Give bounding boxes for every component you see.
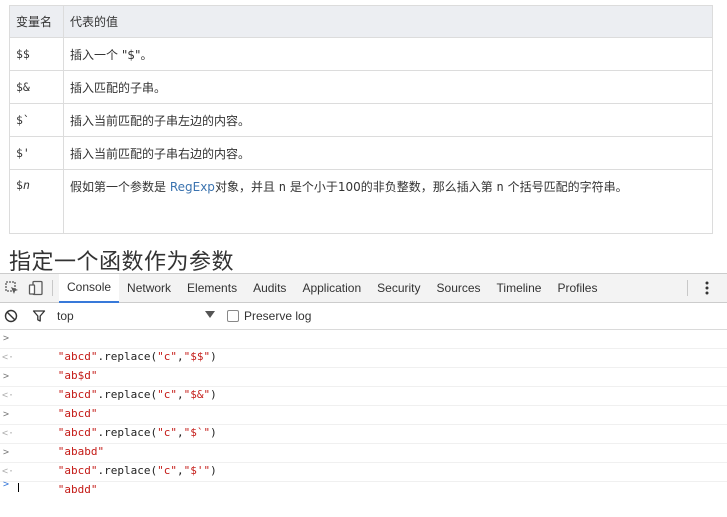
console-result-line: <· "ababd": [0, 425, 727, 458]
pattern-name: $&: [9, 70, 64, 104]
pattern-desc: 插入当前匹配的子串左边的内容。: [63, 103, 713, 137]
console-prompt-input[interactable]: >: [0, 479, 727, 492]
section-heading: 指定一个函数作为参数: [9, 250, 235, 275]
table-row: $& 插入匹配的子串。: [9, 70, 713, 104]
tab-profiles[interactable]: Profiles: [549, 274, 605, 302]
input-prompt-icon: >: [3, 447, 10, 458]
table-row: $` 插入当前匹配的子串左边的内容。: [9, 103, 713, 137]
console-result-line: <· "ab$d": [0, 349, 727, 382]
input-prompt-icon: >: [3, 409, 10, 420]
tab-console[interactable]: Console: [59, 273, 120, 303]
pattern-name: $`: [9, 103, 64, 137]
pattern-desc: 插入一个 "$"。: [63, 37, 713, 71]
regexp-link[interactable]: RegExp: [170, 180, 215, 194]
tab-security[interactable]: Security: [369, 274, 428, 302]
header-variable-name: 变量名: [9, 5, 64, 38]
tab-application[interactable]: Application: [294, 274, 369, 302]
clear-console-icon[interactable]: [0, 302, 22, 330]
devtools-panel: Console Network Elements Audits Applicat…: [0, 273, 727, 496]
console-result-line: <· "abcd": [0, 387, 727, 420]
context-value: top: [57, 309, 74, 323]
dropdown-arrow-icon: [205, 311, 215, 318]
input-prompt-icon: >: [3, 371, 10, 382]
toolbar-divider: [52, 280, 53, 296]
context-selector[interactable]: top: [57, 303, 215, 329]
result-arrow-icon: <·: [2, 352, 15, 363]
device-toolbar-icon[interactable]: [24, 274, 48, 302]
table-row: $$ 插入一个 "$"。: [9, 37, 713, 71]
table-header-row: 变量名 代表的值: [9, 5, 713, 38]
tab-elements[interactable]: Elements: [179, 274, 245, 302]
devtools-tabbar: Console Network Elements Audits Applicat…: [0, 273, 727, 303]
tab-network[interactable]: Network: [119, 274, 179, 302]
text-caret: [18, 483, 19, 492]
table-row: $' 插入当前匹配的子串右边的内容。: [9, 136, 713, 170]
console-input-line: > "abcd".replace("c","$&"): [0, 368, 727, 401]
result-arrow-icon: <·: [2, 390, 15, 401]
console-input-line: > "abcd".replace("c","$'"): [0, 444, 727, 477]
pattern-desc: 插入匹配的子串。: [63, 70, 713, 104]
console-result-line: <· "abdd": [0, 463, 727, 496]
toolbar-divider: [687, 280, 688, 296]
more-options-icon[interactable]: [687, 274, 727, 302]
filter-icon[interactable]: [28, 302, 50, 330]
pattern-desc: 插入当前匹配的子串右边的内容。: [63, 136, 713, 170]
pattern-desc: 假如第一个参数是 RegExp对象，并且 n 是个小于100的非负整数，那么插入…: [63, 169, 713, 234]
console-output: > "abcd".replace("c","$$") <· "ab$d" > "abc…: [0, 330, 727, 496]
replacement-patterns-table: 变量名 代表的值 $$ 插入一个 "$"。 $& 插入匹配的子串。 $` 插入当…: [9, 5, 713, 234]
preserve-log-checkbox[interactable]: [227, 310, 239, 322]
console-input-line: > "abcd".replace("c","$$"): [0, 330, 727, 363]
console-toolbar: top Preserve log: [0, 303, 727, 330]
tab-sources[interactable]: Sources: [429, 274, 489, 302]
header-represented-value: 代表的值: [63, 5, 713, 38]
tab-timeline[interactable]: Timeline: [489, 274, 550, 302]
preserve-log-label: Preserve log: [244, 309, 312, 323]
pattern-name: $': [9, 136, 64, 170]
inspect-element-icon[interactable]: [0, 274, 24, 302]
table-row: $n 假如第一个参数是 RegExp对象，并且 n 是个小于100的非负整数，那…: [9, 169, 713, 234]
preserve-log-toggle[interactable]: Preserve log: [227, 303, 311, 329]
input-prompt-icon: >: [3, 333, 10, 344]
console-input-line: > "abcd".replace("c","$`"): [0, 406, 727, 439]
pattern-name: $$: [9, 37, 64, 71]
result-arrow-icon: <·: [2, 428, 15, 439]
pattern-name: $n: [9, 169, 64, 234]
tab-audits[interactable]: Audits: [245, 274, 294, 302]
